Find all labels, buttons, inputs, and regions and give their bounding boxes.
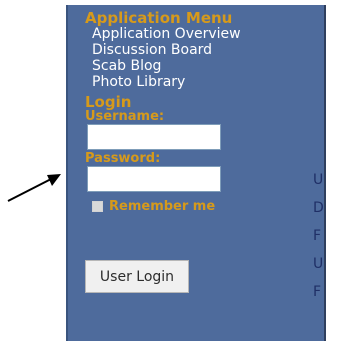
right-link-2[interactable]: D: [313, 200, 324, 228]
login-title: Login: [85, 93, 132, 111]
username-input[interactable]: [87, 124, 221, 150]
application-panel: Application Menu Application Overview Di…: [66, 5, 324, 341]
right-link-1[interactable]: U: [313, 172, 324, 200]
remember-me-label: Remember me: [109, 198, 216, 214]
menu-item-application-overview[interactable]: Application Overview: [92, 26, 270, 42]
remember-me-checkbox[interactable]: [92, 200, 103, 212]
user-login-button[interactable]: User Login: [85, 260, 189, 293]
sidebar: Application Menu Application Overview Di…: [70, 10, 270, 214]
right-link-4[interactable]: U: [313, 256, 324, 284]
right-link-3[interactable]: F: [313, 228, 324, 256]
menu-item-discussion-board[interactable]: Discussion Board: [92, 42, 270, 58]
right-column-links: U D F U F: [313, 172, 324, 312]
remember-me-row[interactable]: Remember me: [92, 198, 270, 214]
password-label: Password:: [85, 151, 161, 166]
application-menu-title: Application Menu: [85, 9, 233, 27]
right-link-5[interactable]: F: [313, 284, 324, 312]
menu-item-photo-library[interactable]: Photo Library: [92, 74, 270, 90]
password-input[interactable]: [87, 166, 221, 192]
menu-item-scab-blog[interactable]: Scab Blog: [92, 58, 270, 74]
username-label: Username:: [85, 109, 165, 124]
panel-border: [324, 5, 326, 341]
